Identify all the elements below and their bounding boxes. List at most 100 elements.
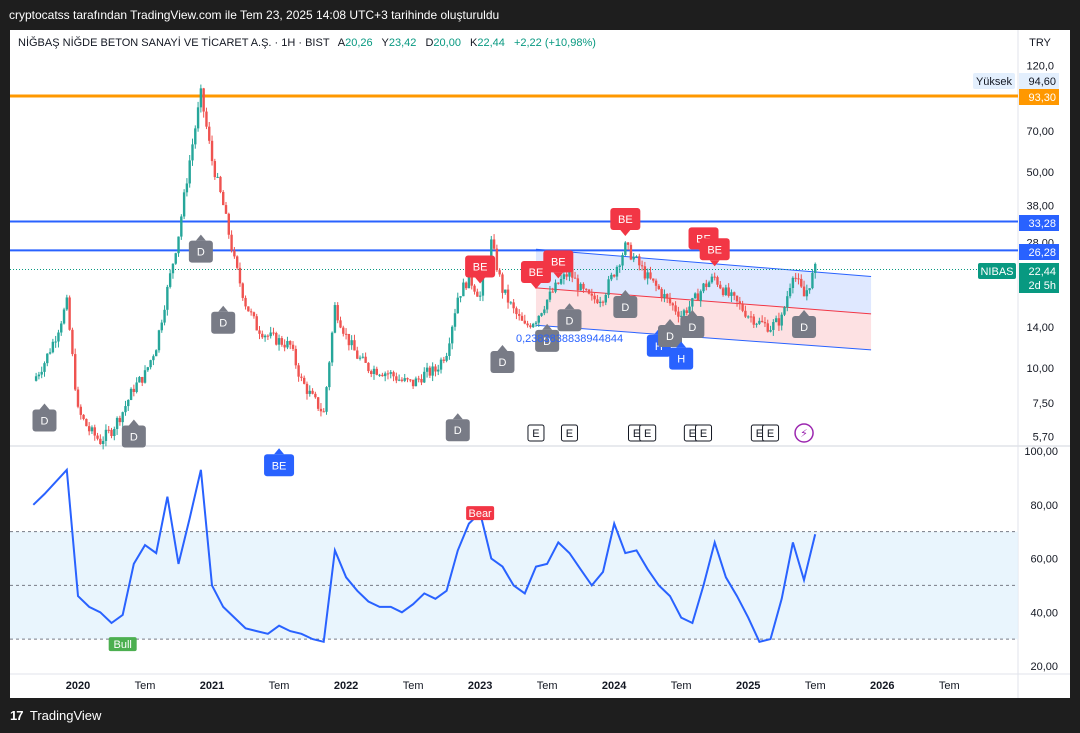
last-price-text: 22,44 xyxy=(1028,266,1056,278)
candle-body xyxy=(110,429,113,437)
candle-body xyxy=(621,255,624,266)
candle-body xyxy=(339,320,342,328)
candle-body xyxy=(308,390,311,394)
event-marker-label: E xyxy=(689,428,696,440)
level-badge-1: 93,30 xyxy=(1019,89,1059,105)
candle-body xyxy=(157,330,161,351)
horizontal-levels[interactable] xyxy=(10,94,1018,271)
event-marker[interactable]: E xyxy=(695,424,713,442)
signal-marker-label: D xyxy=(454,425,462,437)
candle-body xyxy=(473,285,476,292)
candle-body xyxy=(598,301,602,304)
candle-body xyxy=(358,357,362,359)
candle-body xyxy=(60,323,63,333)
candle-body xyxy=(269,332,272,337)
candle-body xyxy=(333,305,337,333)
candle-body xyxy=(688,306,691,313)
event-markers[interactable]: E E E E E E E E ⚡ xyxy=(527,423,814,443)
signal-marker-label: D xyxy=(130,431,138,443)
candle-body xyxy=(417,378,420,380)
event-marker[interactable]: ⚡ xyxy=(794,423,814,443)
candle-body xyxy=(495,248,499,271)
candle-body xyxy=(766,323,769,332)
candle-body xyxy=(185,183,189,193)
event-marker-label: E xyxy=(566,428,573,440)
signal-marker-label: D xyxy=(566,315,574,327)
candle-body xyxy=(249,311,253,313)
candle-body xyxy=(350,340,353,346)
candle-body xyxy=(275,333,278,345)
event-marker[interactable]: E xyxy=(560,424,578,442)
candle-body xyxy=(62,309,66,324)
candle-body xyxy=(118,417,122,423)
currency-label: TRY xyxy=(1029,37,1051,49)
candle-body xyxy=(582,283,585,289)
candle-body xyxy=(68,297,71,330)
chart-canvas[interactable]: NİĞBAŞ NİĞDE BETON SANAYİ VE TİCARET A.Ş… xyxy=(10,30,1070,698)
low-value: 20,00 xyxy=(433,37,461,49)
low-label: D xyxy=(425,37,433,49)
candle-body xyxy=(344,333,348,335)
candle-body xyxy=(727,287,730,296)
candle-body xyxy=(87,426,91,432)
open-value: 20,26 xyxy=(345,37,373,49)
bull-annotation: Bull xyxy=(108,637,137,652)
candle-body xyxy=(121,412,124,423)
candle-body xyxy=(403,378,406,381)
signal-marker: D xyxy=(490,345,515,374)
candle-body xyxy=(551,291,554,293)
candle-body xyxy=(213,161,217,178)
candle-body xyxy=(559,279,563,284)
candle-body xyxy=(138,376,141,383)
event-marker[interactable]: E xyxy=(527,424,545,442)
candle-body xyxy=(154,350,158,357)
candle-body xyxy=(316,397,320,409)
candle-body xyxy=(685,310,688,313)
time-tick-label: Tem xyxy=(403,680,424,692)
candle-body xyxy=(652,278,655,281)
candle-body xyxy=(730,292,733,296)
candle-body xyxy=(283,344,286,348)
candle-body xyxy=(230,234,233,251)
event-marker[interactable]: E xyxy=(639,424,657,442)
candle-body xyxy=(615,266,619,277)
candle-body xyxy=(191,144,194,161)
oscillator-tick-label: 80,00 xyxy=(1030,500,1058,512)
candle-body xyxy=(266,335,270,337)
candle-body xyxy=(607,279,610,295)
signal-marker-label: BE xyxy=(618,214,633,226)
candle-body xyxy=(166,286,169,310)
candle-body xyxy=(381,374,384,377)
candle-body xyxy=(57,332,60,342)
candle-body xyxy=(219,176,222,192)
signal-marker-label: D xyxy=(219,318,227,330)
candle-body xyxy=(657,285,661,289)
candle-body xyxy=(462,282,465,297)
candle-body xyxy=(291,344,295,349)
signal-marker: D xyxy=(32,403,57,432)
candle-body xyxy=(375,368,378,375)
candle-body xyxy=(677,311,680,317)
event-marker[interactable]: E xyxy=(762,424,780,442)
candle-body xyxy=(90,427,94,432)
candle-body xyxy=(129,388,133,400)
candle-body xyxy=(509,302,513,304)
candle-body xyxy=(758,320,761,324)
signal-marker-label: D xyxy=(498,357,506,369)
candle-body xyxy=(763,322,767,324)
event-marker-label: ⚡ xyxy=(800,427,808,440)
time-tick-label: Tem xyxy=(537,680,558,692)
candle-body xyxy=(76,389,80,407)
candle-body xyxy=(289,341,292,345)
candle-body xyxy=(342,327,345,334)
candle-body xyxy=(263,335,267,338)
candle-body xyxy=(632,256,635,260)
candle-body xyxy=(300,376,303,378)
chart-frame[interactable]: NİĞBAŞ NİĞDE BETON SANAYİ VE TİCARET A.Ş… xyxy=(10,30,1070,698)
candle-body xyxy=(749,316,753,318)
candle-body xyxy=(573,277,577,279)
candle-body xyxy=(554,282,557,292)
time-tick-label: 2024 xyxy=(602,680,627,692)
candle-body xyxy=(713,276,716,278)
candle-body xyxy=(612,274,616,277)
